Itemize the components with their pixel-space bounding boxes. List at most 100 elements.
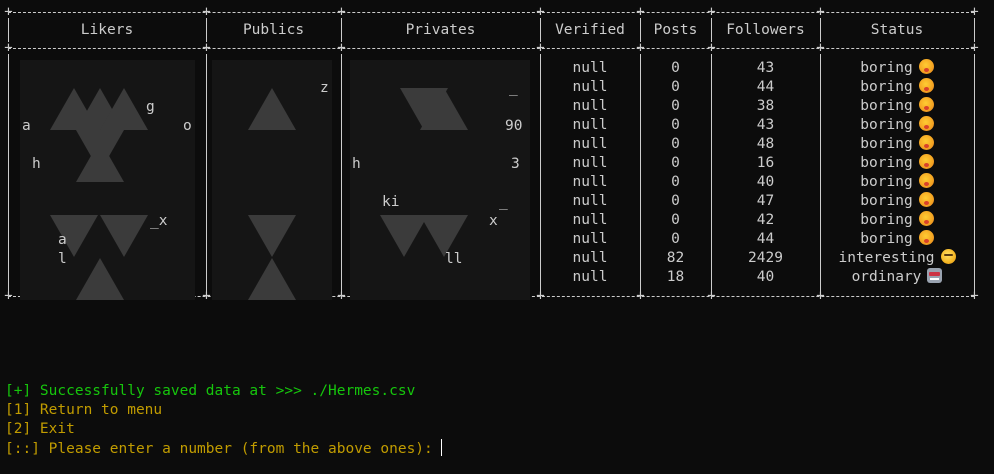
table-border-horizontal xyxy=(8,12,974,13)
redaction-shape xyxy=(248,258,296,300)
redacted-fragment-likers: _x xyxy=(150,213,168,229)
input-prompt[interactable]: [::] Please enter a number (from the abo… xyxy=(5,439,442,458)
table-border-corner: + xyxy=(970,4,979,20)
redacted-fragment-likers: a xyxy=(22,118,31,134)
cell-posts: 18 xyxy=(666,269,685,285)
column-header-publics: Publics xyxy=(242,22,305,38)
cell-followers: 16 xyxy=(756,155,775,171)
cell-posts: 0 xyxy=(671,60,680,76)
cell-followers: 44 xyxy=(756,79,775,95)
redaction-shape xyxy=(100,215,148,257)
cell-verified: null xyxy=(572,250,608,266)
cell-status: boring xyxy=(820,59,974,78)
redaction-shape xyxy=(100,88,148,130)
table-border-corner: + xyxy=(636,4,645,20)
cell-posts: 82 xyxy=(666,250,685,266)
cell-posts: 0 xyxy=(671,136,680,152)
cell-status: boring xyxy=(820,97,974,116)
cell-verified: null xyxy=(572,212,608,228)
pouting-face-icon xyxy=(918,192,934,207)
redacted-fragment-privates: _ xyxy=(499,194,508,210)
cell-status: boring xyxy=(820,78,974,97)
column-header-followers: Followers xyxy=(726,22,805,38)
status-label: boring xyxy=(860,155,913,171)
status-label: boring xyxy=(860,174,913,190)
cell-verified: null xyxy=(572,60,608,76)
cell-verified: null xyxy=(572,98,608,114)
cell-verified: null xyxy=(572,269,608,285)
table-border-corner: + xyxy=(707,4,716,20)
status-label: interesting xyxy=(838,250,935,266)
cell-status: boring xyxy=(820,173,974,192)
cell-followers: 2429 xyxy=(748,250,783,266)
cell-verified: null xyxy=(572,155,608,171)
terminal-window[interactable]: + + + + + + + + + + + + + + + + + + + + + + + + Likers Publics Pri… xyxy=(0,0,994,474)
redacted-fragment-publics: z xyxy=(320,80,329,96)
robot-face-icon xyxy=(927,268,943,283)
table-border-corner: + xyxy=(536,4,545,20)
status-label: boring xyxy=(860,79,913,95)
redacted-fragment-likers: o xyxy=(183,118,192,134)
cell-followers: 43 xyxy=(756,117,775,133)
pouting-face-icon xyxy=(918,230,934,245)
redaction-shape xyxy=(50,88,98,130)
table-border-corner: + xyxy=(337,40,346,56)
table-border-vertical xyxy=(974,54,975,292)
cell-status: boring xyxy=(820,135,974,154)
cell-posts: 0 xyxy=(671,212,680,228)
table-border-corner: + xyxy=(636,40,645,56)
cell-followers: 42 xyxy=(756,212,775,228)
table-border-corner: + xyxy=(816,4,825,20)
cell-verified: null xyxy=(572,174,608,190)
table-border-vertical xyxy=(974,18,975,42)
pouting-face-icon xyxy=(918,59,934,74)
table-border-corner: + xyxy=(202,40,211,56)
redacted-fragment-privates: 90 xyxy=(505,118,523,134)
cell-status: ordinary xyxy=(820,268,974,287)
redacted-fragment-likers: l xyxy=(58,251,67,267)
cell-followers: 40 xyxy=(756,269,775,285)
cell-verified: null xyxy=(572,79,608,95)
cell-status: boring xyxy=(820,192,974,211)
table-border-corner: + xyxy=(202,4,211,20)
cell-status: boring xyxy=(820,154,974,173)
redacted-fragment-privates: _ xyxy=(509,80,518,96)
status-label: boring xyxy=(860,212,913,228)
redacted-fragment-likers: a xyxy=(58,232,67,248)
pouting-face-icon xyxy=(918,135,934,150)
cell-posts: 0 xyxy=(671,98,680,114)
redacted-fragment-privates: ki xyxy=(382,194,400,210)
status-label: boring xyxy=(860,117,913,133)
results-table: + + + + + + + + + + + + + + + + + + + + + + + + Likers Publics Pri… xyxy=(0,0,994,310)
cell-posts: 0 xyxy=(671,231,680,247)
status-label: boring xyxy=(860,60,913,76)
table-border-corner: + xyxy=(337,4,346,20)
cell-posts: 0 xyxy=(671,117,680,133)
table-border-corner: + xyxy=(707,40,716,56)
table-border-corner: + xyxy=(536,40,545,56)
table-border-corner: + xyxy=(4,40,13,56)
cell-followers: 48 xyxy=(756,136,775,152)
cell-verified: null xyxy=(572,193,608,209)
menu-option-return: [1] Return to menu xyxy=(5,402,163,418)
cell-posts: 0 xyxy=(671,193,680,209)
table-border-corner: + xyxy=(970,40,979,56)
redacted-fragment-likers: g xyxy=(146,99,155,115)
cell-followers: 47 xyxy=(756,193,775,209)
redacted-fragment-privates: 3 xyxy=(511,156,520,172)
cell-status: boring xyxy=(820,116,974,135)
cell-followers: 40 xyxy=(756,174,775,190)
cell-verified: null xyxy=(572,136,608,152)
cell-status: boring xyxy=(820,211,974,230)
redacted-fragment-privates: h xyxy=(352,156,361,172)
column-header-verified: Verified xyxy=(555,22,625,38)
input-prompt-text: [::] Please enter a number (from the abo… xyxy=(5,441,433,457)
status-label: boring xyxy=(860,193,913,209)
table-border-corner: + xyxy=(816,40,825,56)
column-header-likers: Likers xyxy=(80,22,134,38)
redaction-shape xyxy=(76,258,124,300)
column-header-privates: Privates xyxy=(405,22,476,38)
cell-followers: 44 xyxy=(756,231,775,247)
redaction-shape xyxy=(248,215,296,257)
pouting-face-icon xyxy=(918,173,934,188)
